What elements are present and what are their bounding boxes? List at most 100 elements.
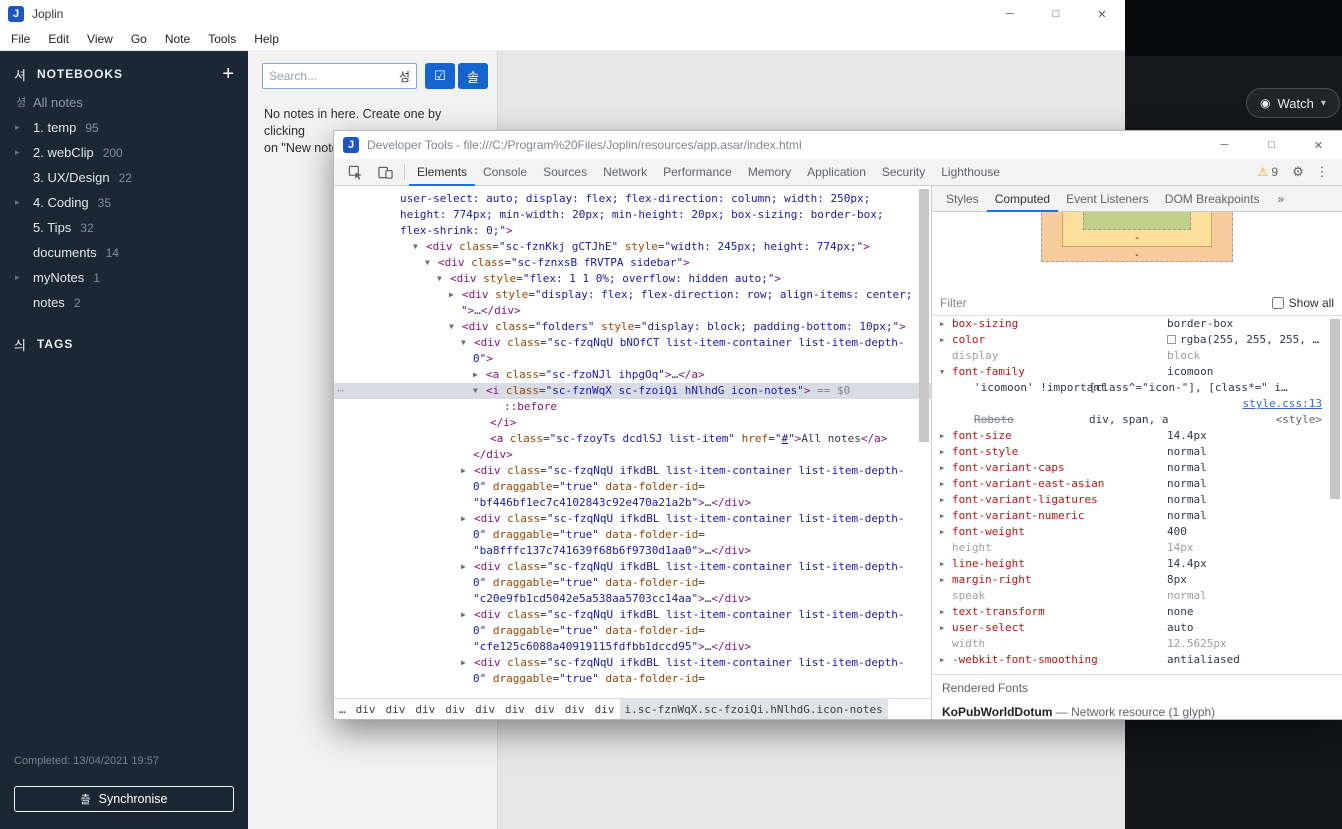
tree-line[interactable]: ▶ <div class="sc-fzqNqU ifkdBL list-item-…	[334, 607, 931, 623]
tree-line[interactable]: 0" draggable="true" data-folder-id=	[334, 527, 931, 543]
computed-property-row[interactable]: ▶ font-variant-caps normal	[932, 460, 1342, 476]
breadcrumb-item[interactable]: div	[590, 699, 620, 719]
tree-line[interactable]: 0" draggable="true" data-folder-id=	[334, 623, 931, 639]
sidebar-folder[interactable]: documents 14	[0, 240, 248, 265]
prop-collapsed-arrow-icon[interactable]: ▶	[940, 652, 944, 668]
breadcrumb-item[interactable]: …	[334, 699, 351, 719]
prop-collapsed-arrow-icon[interactable]: ▶	[940, 524, 944, 540]
computed-property-row[interactable]: ▶ -webkit-font-smoothing antialiased	[932, 652, 1342, 668]
sidebar-tab-event-listeners[interactable]: Event Listeners	[1058, 186, 1157, 212]
tree-line[interactable]: 0" draggable="true" data-folder-id=	[334, 671, 931, 687]
computed-property-row[interactable]: ▶ font-size 14.4px	[932, 428, 1342, 444]
prop-collapsed-arrow-icon[interactable]: ▶	[940, 556, 944, 572]
device-toolbar-icon[interactable]	[370, 159, 400, 185]
breadcrumb-item[interactable]: div	[381, 699, 411, 719]
expand-arrow-icon[interactable]: ▸	[15, 122, 20, 133]
sidebar-tab-computed[interactable]: Computed	[987, 186, 1058, 212]
prop-collapsed-arrow-icon[interactable]: ▶	[940, 508, 944, 524]
tree-line[interactable]: ▼ <div class="sc-fznKkj gCTJhE" style="wi…	[334, 239, 931, 255]
prop-collapsed-arrow-icon[interactable]: ▶	[940, 604, 944, 620]
sidebar-tab-styles[interactable]: Styles	[938, 186, 987, 212]
prop-collapsed-arrow-icon[interactable]: ▶	[940, 476, 944, 492]
tree-collapsed-arrow-icon[interactable]: ▶	[461, 655, 466, 671]
settings-gear-icon[interactable]: ⚙	[1286, 164, 1310, 180]
tree-line[interactable]: user-select: auto; display: flex; flex-d…	[334, 191, 931, 207]
prop-collapsed-arrow-icon[interactable]: ▶	[940, 460, 944, 476]
prop-collapsed-arrow-icon[interactable]: ▶	[940, 428, 944, 444]
tree-line[interactable]: "cfe125c6088a40919115fdfbb1dccd95">…</di…	[334, 639, 931, 655]
tree-line[interactable]: "ba8fffc137c741639f68b6f9730d1aa0">…</di…	[334, 543, 931, 559]
maximize-button[interactable]: □	[1033, 0, 1079, 28]
tree-expanded-arrow-icon[interactable]: ▼	[425, 255, 430, 271]
breadcrumb-item[interactable]: div	[560, 699, 590, 719]
tree-expanded-arrow-icon[interactable]: ▼	[449, 319, 454, 335]
sidebar-folder[interactable]: ▸ 2. webClip 200	[0, 140, 248, 165]
tree-collapsed-arrow-icon[interactable]: ▶	[449, 287, 454, 303]
devtools-tab-console[interactable]: Console	[475, 159, 535, 186]
computed-property-row[interactable]: ▶ margin-right 8px	[932, 572, 1342, 588]
computed-property-row[interactable]: height 14px	[932, 540, 1342, 556]
more-actions-icon[interactable]: ⋯	[337, 383, 345, 399]
computed-property-row[interactable]: ▶ font-style normal	[932, 444, 1342, 460]
computed-property-row[interactable]: ▼ font-family icomoon	[932, 364, 1342, 380]
tree-line[interactable]: ▼ <div class="sc-fzqNqU bNOfCT list-item-…	[334, 335, 931, 351]
tree-line[interactable]: ::before	[334, 399, 931, 415]
breadcrumb-item[interactable]: div	[410, 699, 440, 719]
expand-arrow-icon[interactable]: ▸	[15, 272, 20, 283]
sidebar-folder[interactable]: notes 2	[0, 290, 248, 315]
tree-expanded-arrow-icon[interactable]: ▼	[461, 335, 466, 351]
menu-item-edit[interactable]: Edit	[39, 32, 78, 46]
synchronise-button[interactable]: 츨 Synchronise	[14, 786, 234, 812]
tree-line[interactable]: ▼ <div style="flex: 1 1 0%; overflow: hid…	[334, 271, 931, 287]
styles-scrollbar[interactable]	[1330, 319, 1340, 499]
computed-property-row[interactable]: ▶ color rgba(255, 255, 255, …	[932, 332, 1342, 348]
tree-line[interactable]: ▶ <div class="sc-fzqNqU ifkdBL list-item-…	[334, 511, 931, 527]
tree-line[interactable]: </i>	[334, 415, 931, 431]
devtools-maximize-button[interactable]: □	[1248, 131, 1295, 159]
sidebar-tab-dom-breakpoints[interactable]: DOM Breakpoints	[1157, 186, 1268, 212]
devtools-tab-memory[interactable]: Memory	[740, 159, 799, 186]
sidebar-folder[interactable]: ▸ 1. temp 95	[0, 115, 248, 140]
tree-collapsed-arrow-icon[interactable]: ▶	[461, 463, 466, 479]
expand-arrow-icon[interactable]: ▸	[15, 197, 20, 208]
breadcrumb-item[interactable]: div	[440, 699, 470, 719]
devtools-tab-elements[interactable]: Elements	[409, 159, 475, 186]
computed-property-row[interactable]: width 12.5625px	[932, 636, 1342, 652]
tree-line[interactable]: height: 774px; min-width: 20px; min-heig…	[334, 207, 931, 223]
tree-line[interactable]: ▼ <div class="folders" style="display: bl…	[334, 319, 931, 335]
prop-collapsed-arrow-icon[interactable]: ▶	[940, 332, 944, 348]
tree-line[interactable]: ▶ <div class="sc-fzqNqU ifkdBL list-item-…	[334, 463, 931, 479]
menu-item-file[interactable]: File	[2, 32, 39, 46]
sidebar-folder[interactable]: ▸ 4. Coding 35	[0, 190, 248, 215]
devtools-tab-network[interactable]: Network	[595, 159, 655, 186]
computed-property-row[interactable]: ▶ user-select auto	[932, 620, 1342, 636]
tree-line[interactable]: </div>	[334, 447, 931, 463]
kebab-menu-icon[interactable]: ⋮	[1310, 164, 1334, 180]
prop-collapsed-arrow-icon[interactable]: ▶	[940, 316, 944, 332]
prop-collapsed-arrow-icon[interactable]: ▶	[940, 620, 944, 636]
inspect-element-icon[interactable]	[340, 159, 370, 185]
devtools-tab-security[interactable]: Security	[874, 159, 933, 186]
menu-item-tools[interactable]: Tools	[199, 32, 245, 46]
filter-input[interactable]	[940, 295, 1266, 310]
prop-collapsed-arrow-icon[interactable]: ▶	[940, 492, 944, 508]
breadcrumb-item[interactable]: div	[351, 699, 381, 719]
tree-line[interactable]: ⋯ ▼ <i class="sc-fznWqX sc-fzoiQi hNlhdG i…	[334, 383, 931, 399]
devtools-close-button[interactable]: ✕	[1295, 131, 1342, 159]
computed-property-row[interactable]: ▶ box-sizing border-box	[932, 316, 1342, 332]
computed-property-row[interactable]: ▶ font-weight 400	[932, 524, 1342, 540]
menu-item-help[interactable]: Help	[245, 32, 288, 46]
prop-collapsed-arrow-icon[interactable]: ▶	[940, 572, 944, 588]
sort-notes-button[interactable]: 솔	[458, 63, 488, 89]
breadcrumb-item[interactable]: div	[500, 699, 530, 719]
tree-collapsed-arrow-icon[interactable]: ▶	[461, 607, 466, 623]
close-button[interactable]: ✕	[1079, 0, 1125, 28]
tree-line[interactable]: <a class="sc-fzoyTs dcdlSJ list-item" hr…	[334, 431, 931, 447]
warnings-badge[interactable]: ⚠ 9	[1250, 165, 1286, 179]
tree-expanded-arrow-icon[interactable]: ▼	[473, 383, 478, 399]
stylesheet-link[interactable]: style.css:13	[1243, 396, 1322, 412]
sidebar-item-all-notes[interactable]: 셩 All notes	[0, 89, 248, 115]
computed-property-row[interactable]: ▶ line-height 14.4px	[932, 556, 1342, 572]
tree-collapsed-arrow-icon[interactable]: ▶	[461, 559, 466, 575]
tree-collapsed-arrow-icon[interactable]: ▶	[461, 511, 466, 527]
